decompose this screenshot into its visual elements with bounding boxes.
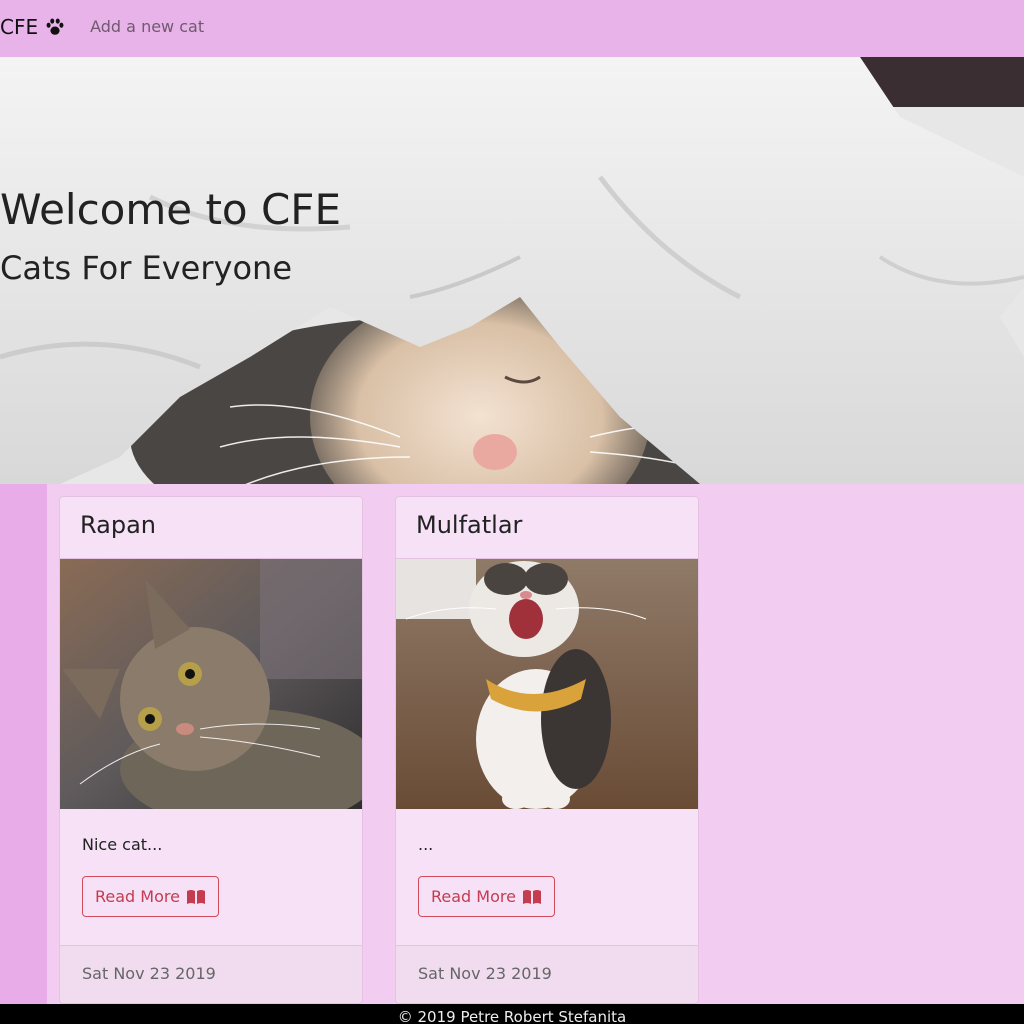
card-description: ... [418,835,434,854]
hero-banner: Welcome to CFE Cats For Everyone [0,57,1024,484]
book-icon [186,889,205,904]
cat-card: Mulfatlar ... Read More Sat Nov 23 2019 [395,496,699,1004]
read-more-button[interactable]: Read More [418,876,555,917]
read-more-label: Read More [95,887,180,906]
paw-icon [46,17,64,35]
add-cat-link[interactable]: Add a new cat [90,17,204,36]
card-date: Sat Nov 23 2019 [396,945,698,1003]
hero-subtitle: Cats For Everyone [0,249,292,287]
cat-photo [396,559,698,809]
cat-card: Rapan Nice cat... Read More Sat Nov 23 2… [59,496,363,1004]
page-footer: © 2019 Petre Robert Stefanita [0,1004,1024,1024]
left-sidebar-strip [0,484,47,1004]
read-more-label: Read More [431,887,516,906]
hero-title: Welcome to CFE [0,185,342,234]
navbar: CFE Add a new cat [0,0,1024,57]
cat-photo [60,559,362,809]
read-more-button[interactable]: Read More [82,876,219,917]
card-date: Sat Nov 23 2019 [60,945,362,1003]
card-title: Mulfatlar [396,497,698,559]
book-icon [522,889,541,904]
card-title: Rapan [60,497,362,559]
card-description: Nice cat... [82,835,163,854]
brand-link[interactable]: CFE [0,15,66,39]
brand-text: CFE [0,14,39,39]
